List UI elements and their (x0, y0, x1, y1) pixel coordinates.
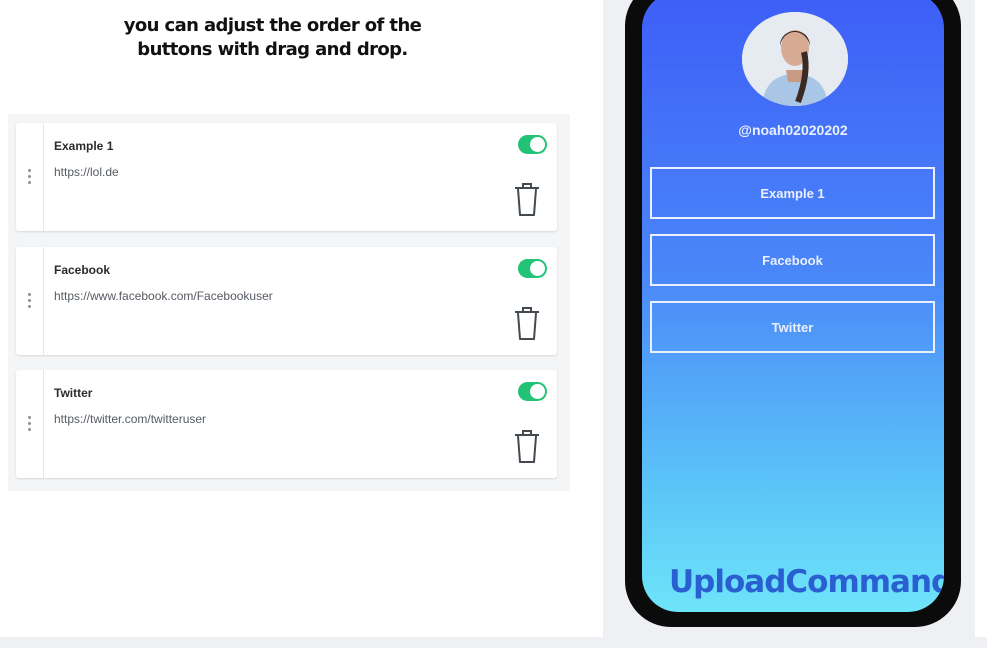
preview-username: @noah02020202 (738, 122, 848, 138)
drag-handle[interactable] (16, 247, 44, 355)
preview-link-button[interactable]: Facebook (650, 234, 935, 286)
phone-screen: @noah02020202 Example 1 Facebook Twitter… (642, 0, 944, 612)
headline-line-2: buttons with drag and drop. (137, 39, 408, 60)
link-title: Example 1 (54, 139, 114, 153)
trash-icon[interactable] (514, 306, 540, 340)
enable-toggle[interactable] (518, 259, 547, 278)
link-url: https://twitter.com/twitteruser (54, 412, 207, 426)
drag-handle-icon (28, 169, 32, 187)
preview-link-button[interactable]: Example 1 (650, 167, 935, 219)
trash-icon[interactable] (514, 182, 540, 216)
link-card[interactable]: Facebook https://www.facebook.com/Facebo… (16, 247, 557, 355)
headline: you can adjust the order of the buttons … (100, 14, 445, 62)
avatar-photo (742, 12, 848, 106)
avatar (742, 12, 848, 106)
link-url: https://lol.de (54, 165, 119, 179)
trash-icon[interactable] (514, 429, 540, 463)
brand-logo: UploadCommander (669, 564, 944, 600)
drag-handle[interactable] (16, 123, 44, 231)
link-url: https://www.facebook.com/Facebookuser (54, 289, 273, 303)
enable-toggle[interactable] (518, 382, 547, 401)
drag-handle-icon (28, 293, 32, 311)
link-title: Twitter (54, 386, 93, 400)
link-card[interactable]: Twitter https://twitter.com/twitteruser (16, 370, 557, 478)
link-card[interactable]: Example 1 https://lol.de (16, 123, 557, 231)
link-title: Facebook (54, 263, 111, 277)
preview-link-button[interactable]: Twitter (650, 301, 935, 353)
headline-line-1: you can adjust the order of the (123, 15, 422, 36)
drag-handle[interactable] (16, 370, 44, 478)
enable-toggle[interactable] (518, 135, 547, 154)
drag-handle-icon (28, 416, 32, 434)
